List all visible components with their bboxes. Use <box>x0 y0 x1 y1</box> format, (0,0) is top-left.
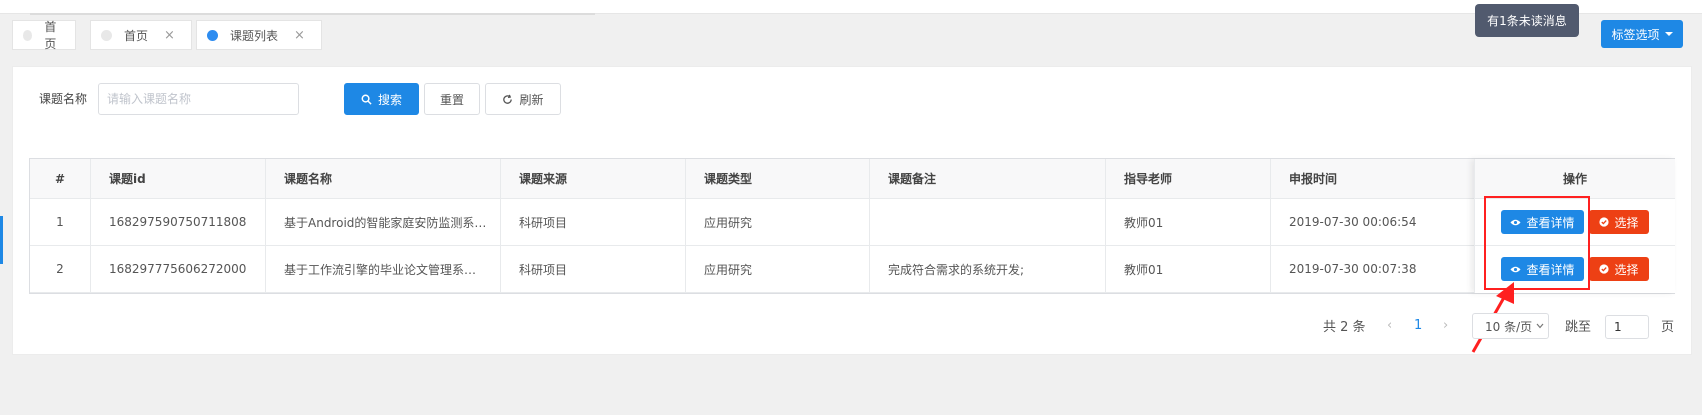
column-header-time: 申报时间 <box>1289 172 1338 186</box>
tab-dot-icon <box>207 29 218 41</box>
tab-home-2[interactable]: 首页 × <box>90 20 192 50</box>
page-size-select[interactable]: 10 条/页 <box>1472 313 1549 339</box>
row-source: 科研项目 <box>501 246 686 292</box>
top-header-bar <box>0 0 1702 14</box>
tab-dot-icon <box>101 29 112 41</box>
sidebar-active-indicator <box>0 216 3 264</box>
column-header-index: # <box>30 159 91 198</box>
chevron-down-icon <box>1536 323 1544 329</box>
page-size-value: 10 条/页 <box>1485 319 1533 334</box>
tabs-row: 首页 首页 × 课题列表 × <box>0 16 1702 56</box>
refresh-button[interactable]: 刷新 <box>485 83 561 115</box>
column-header-name: 课题名称 <box>266 159 501 198</box>
caret-down-icon <box>1664 32 1673 36</box>
select-label: 选择 <box>1614 262 1639 277</box>
tab-home[interactable]: 首页 <box>12 20 76 51</box>
pagination-total: 共 2 条 <box>1323 319 1366 335</box>
table-row: 1 168297590750711808 基于Android的智能家庭安防监测系… <box>30 199 1674 246</box>
pagination-prev-icon[interactable]: ‹ <box>1387 312 1392 338</box>
pagination-next-icon[interactable]: › <box>1443 312 1448 338</box>
tab-label: 课题列表 <box>230 28 279 43</box>
notification-text: 有1条未读消息 <box>1487 14 1567 28</box>
row-index: 1 <box>30 199 91 245</box>
row-type: 应用研究 <box>686 246 870 292</box>
row-name: 基于Android的智能家庭安防监测系… <box>266 199 501 245</box>
column-header-actions: 操作 <box>1475 159 1675 199</box>
select-button[interactable]: 选择 <box>1589 257 1649 281</box>
refresh-button-label: 刷新 <box>519 92 544 107</box>
column-header-type: 课题类型 <box>686 159 870 198</box>
select-label: 选择 <box>1614 215 1639 230</box>
row-time: 2019-07-30 00:06:54 <box>1289 215 1417 229</box>
tab-close-icon[interactable]: × <box>294 28 305 43</box>
topic-table: # 课题id 课题名称 课题来源 课题类型 课题备注 指导老师 申报时间 1 1… <box>29 158 1675 294</box>
tab-close-icon[interactable]: × <box>164 28 175 43</box>
notification-tooltip: 有1条未读消息 <box>1475 4 1579 37</box>
topic-name-input[interactable] <box>98 83 299 115</box>
row-remark: 完成符合需求的系统开发; <box>870 246 1106 292</box>
search-field-label: 课题名称 <box>39 92 88 106</box>
reset-button[interactable]: 重置 <box>424 83 480 115</box>
select-button[interactable]: 选择 <box>1589 210 1649 234</box>
tag-options-button[interactable]: 标签选项 <box>1601 20 1683 48</box>
annotation-highlight-box <box>1484 196 1590 290</box>
tab-label: 首页 <box>124 28 149 43</box>
refresh-icon <box>503 94 513 104</box>
pagination-page-unit: 页 <box>1661 319 1675 335</box>
search-icon <box>361 94 372 105</box>
table-header: # 课题id 课题名称 课题来源 课题类型 课题备注 指导老师 申报时间 <box>30 159 1674 199</box>
row-index: 2 <box>30 246 91 292</box>
column-header-source: 课题来源 <box>501 159 686 198</box>
row-teacher: 教师01 <box>1106 199 1271 245</box>
search-button[interactable]: 搜索 <box>344 83 419 115</box>
row-id: 168297775606272000 <box>91 246 266 292</box>
row-time: 2019-07-30 00:07:38 <box>1289 262 1417 276</box>
check-circle-icon <box>1599 217 1610 227</box>
pagination-jump-input[interactable] <box>1605 315 1649 339</box>
row-teacher: 教师01 <box>1106 246 1271 292</box>
row-source: 科研项目 <box>501 199 686 245</box>
column-header-teacher: 指导老师 <box>1106 159 1271 198</box>
table-row: 2 168297775606272000 基于工作流引擎的毕业论文管理系… 科研… <box>30 246 1674 293</box>
reset-button-label: 重置 <box>439 92 464 107</box>
column-header-remark: 课题备注 <box>870 159 1106 198</box>
tab-topic-list[interactable]: 课题列表 × <box>196 20 322 50</box>
search-button-label: 搜索 <box>377 92 402 107</box>
tab-label: 首页 <box>44 20 57 51</box>
header-divider <box>30 13 595 15</box>
column-header-id: 课题id <box>91 159 266 198</box>
tag-options-label: 标签选项 <box>1611 27 1660 42</box>
pagination-jump-label: 跳至 <box>1565 319 1592 335</box>
row-id: 168297590750711808 <box>91 199 266 245</box>
pagination-page-1[interactable]: 1 <box>1414 312 1422 338</box>
row-name: 基于工作流引擎的毕业论文管理系… <box>266 246 501 292</box>
check-circle-icon <box>1599 264 1610 274</box>
row-remark <box>870 199 1106 245</box>
tab-dot-icon <box>23 29 33 41</box>
row-type: 应用研究 <box>686 199 870 245</box>
